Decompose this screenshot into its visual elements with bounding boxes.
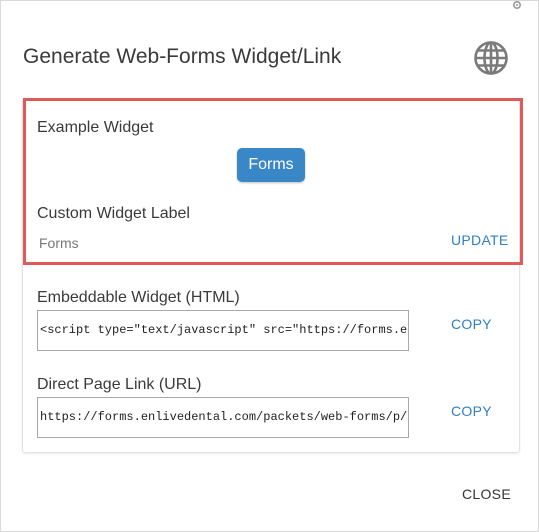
- generate-widget-dialog: Generate Web-Forms Widget/Link Example W…: [0, 0, 539, 532]
- copy-embed-button[interactable]: COPY: [451, 316, 492, 332]
- embed-code-field[interactable]: <script type="text/javascript" src="http…: [37, 310, 409, 351]
- custom-label-input[interactable]: [39, 233, 419, 253]
- update-button[interactable]: UPDATE: [451, 232, 509, 248]
- settings-icon[interactable]: [509, 1, 525, 17]
- copy-link-button[interactable]: COPY: [451, 403, 492, 419]
- example-widget-heading: Example Widget: [37, 119, 154, 136]
- custom-widget-label-heading: Custom Widget Label: [37, 205, 190, 222]
- direct-link-field[interactable]: https://forms.enlivedental.com/packets/w…: [37, 397, 409, 438]
- example-widget-button[interactable]: Forms: [237, 148, 305, 182]
- dialog-title: Generate Web-Forms Widget/Link: [23, 45, 342, 68]
- embed-widget-heading: Embeddable Widget (HTML): [37, 289, 240, 306]
- direct-link-heading: Direct Page Link (URL): [37, 376, 202, 393]
- globe-icon: [474, 41, 508, 75]
- close-button[interactable]: CLOSE: [462, 486, 511, 502]
